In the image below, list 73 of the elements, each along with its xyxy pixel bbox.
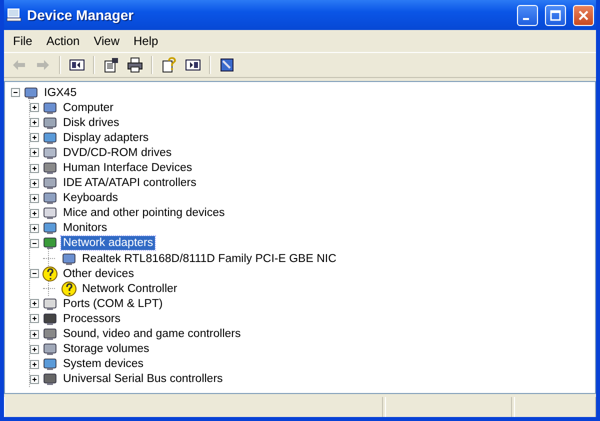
- plus-icon: [31, 210, 38, 217]
- expand-button[interactable]: [30, 178, 39, 188]
- plus-icon: [31, 330, 38, 338]
- plus-icon: [31, 194, 38, 202]
- plus-icon: [31, 300, 38, 308]
- tree-item[interactable]: IDE ATA/ATAPI controllers: [61, 176, 198, 190]
- left-arrow-icon: [12, 59, 26, 71]
- tree-item[interactable]: Universal Serial Bus controllers: [61, 372, 225, 386]
- plus-icon: [31, 119, 38, 126]
- panel-icon: [185, 57, 201, 73]
- tree-item[interactable]: Display adapters: [61, 130, 151, 145]
- help-icon: [161, 57, 177, 73]
- plus-icon: [31, 346, 38, 353]
- minimize-icon: [523, 18, 529, 20]
- tree-item[interactable]: IGX45: [42, 86, 79, 100]
- expand-button[interactable]: [30, 118, 39, 128]
- expand-button[interactable]: [30, 103, 39, 112]
- tree-item[interactable]: Sound, video and game controllers: [61, 327, 243, 342]
- maximize-icon: [550, 10, 561, 20]
- tree-item[interactable]: System devices: [61, 357, 146, 372]
- collapse-button[interactable]: [11, 88, 20, 98]
- tree-item[interactable]: Mice and other pointing devices: [61, 206, 227, 220]
- tree-item[interactable]: Ports (COM & LPT): [61, 296, 165, 311]
- properties-icon: [103, 57, 119, 73]
- plus-icon: [31, 149, 38, 156]
- scan-icon: [219, 57, 235, 73]
- right-arrow-icon: [36, 59, 50, 71]
- expand-button[interactable]: [30, 194, 39, 203]
- plus-icon: [31, 360, 38, 368]
- collapse-button[interactable]: [30, 269, 39, 278]
- plus-icon: [31, 104, 38, 112]
- expand-button[interactable]: [30, 148, 39, 158]
- tree-item[interactable]: Processors: [61, 312, 123, 326]
- plus-icon: [31, 376, 38, 383]
- menu-item[interactable]: File: [6, 34, 40, 48]
- panel-icon: [69, 57, 85, 73]
- expand-button[interactable]: [30, 224, 39, 233]
- expand-button[interactable]: [30, 360, 39, 369]
- tree-item[interactable]: Network Controller: [80, 282, 180, 296]
- computer-icon: [6, 7, 22, 23]
- plus-icon: [31, 134, 38, 142]
- menu-item[interactable]: Help: [126, 34, 166, 48]
- collapse-button[interactable]: [30, 238, 39, 248]
- tree-item[interactable]: Storage volumes: [61, 342, 152, 356]
- expand-button[interactable]: [30, 133, 39, 142]
- tree-item[interactable]: Human Interface Devices: [61, 161, 194, 176]
- expand-button[interactable]: [30, 299, 39, 308]
- menu-item[interactable]: Action: [39, 34, 87, 48]
- plus-icon: [31, 224, 38, 232]
- tree-item[interactable]: Keyboards: [61, 191, 120, 206]
- tree-item[interactable]: Computer: [61, 100, 116, 115]
- tree-item[interactable]: Network adapters: [61, 236, 156, 250]
- tree-item[interactable]: Disk drives: [61, 116, 122, 130]
- tree-item[interactable]: DVD/CD-ROM drives: [61, 146, 174, 160]
- tree-item[interactable]: Monitors: [61, 221, 110, 236]
- expand-button[interactable]: [30, 344, 39, 354]
- minimize-button[interactable]: [517, 4, 538, 26]
- plus-icon: [31, 180, 38, 187]
- close-icon: [578, 10, 589, 20]
- maximize-button[interactable]: [545, 4, 566, 26]
- expand-button[interactable]: [30, 314, 39, 324]
- window-title: Device Manager: [27, 7, 135, 23]
- expand-button[interactable]: [30, 330, 39, 339]
- plus-icon: [31, 164, 38, 172]
- expand-button[interactable]: [30, 374, 39, 384]
- close-button[interactable]: [573, 4, 594, 26]
- plus-icon: [31, 315, 38, 322]
- expand-button[interactable]: [30, 208, 39, 218]
- menu-item[interactable]: View: [86, 34, 126, 48]
- tree-item[interactable]: Other devices: [61, 266, 136, 281]
- printer-icon: [127, 57, 143, 73]
- tree-item[interactable]: Realtek RTL8168D/8111D Family PCI-E GBE NIC: [80, 252, 338, 266]
- expand-button[interactable]: [30, 164, 39, 173]
